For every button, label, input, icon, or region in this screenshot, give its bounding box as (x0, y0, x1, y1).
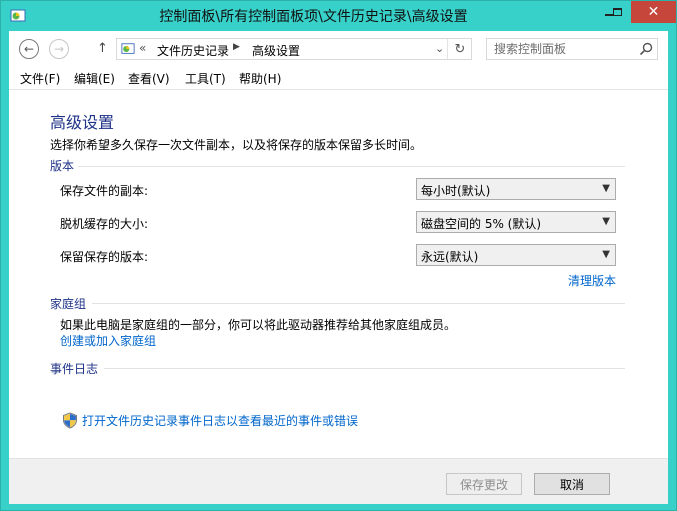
menu-bar: 文件(F) 编辑(E) 查看(V) 工具(T) 帮助(H) (9, 67, 668, 90)
back-arrow-icon: ← (23, 42, 35, 56)
save-changes-button[interactable]: 保存更改 (446, 473, 522, 495)
window-title: 控制面板\所有控制面板项\文件历史记录\高级设置 (159, 9, 468, 25)
main-content: 高级设置 选择你希望多久保存一次文件副本，以及将保存的版本保留多长时间。 版本 … (9, 90, 668, 458)
save-copies-value: 每小时(默认) (421, 184, 491, 198)
client-area: ← → ↑ « 文件历史记录 ▶ 高级设置 ⌄ ↻ 搜索控制面板 文件(F) 编… (9, 31, 668, 504)
versions-heading: 版本 (50, 159, 75, 173)
chevron-down-icon: ▼ (602, 216, 610, 227)
chevron-down-icon: ▼ (602, 183, 610, 194)
menu-tools[interactable]: 工具(T) (185, 70, 226, 87)
shield-icon (63, 412, 77, 429)
keep-versions-label: 保留保存的版本: (60, 250, 149, 264)
keep-versions-dropdown[interactable]: 永远(默认) ▼ (416, 244, 616, 266)
page-description: 选择你希望多久保存一次文件副本，以及将保存的版本保留多长时间。 (50, 138, 423, 152)
up-button[interactable]: ↑ (97, 41, 108, 56)
search-input[interactable] (494, 41, 629, 57)
save-copies-label: 保存文件的副本: (60, 184, 149, 198)
search-icon[interactable] (639, 42, 653, 56)
maximize-icon (613, 8, 622, 16)
offline-cache-dropdown[interactable]: 磁盘空间的 5% (默认) ▼ (416, 211, 616, 233)
breadcrumb-advanced-settings[interactable]: 高级设置 (252, 42, 300, 59)
chevron-down-icon: ▼ (602, 249, 610, 260)
keep-versions-value: 永远(默认) (421, 250, 479, 264)
page-title: 高级设置 (50, 113, 115, 132)
forward-arrow-icon: → (53, 42, 65, 56)
breadcrumb-overflow[interactable]: « (139, 41, 146, 55)
cleanup-versions-link[interactable]: 清理版本 (568, 272, 616, 289)
title-bar[interactable]: 控制面板\所有控制面板项\文件历史记录\高级设置 ✕ (1, 1, 676, 31)
cancel-button[interactable]: 取消 (534, 473, 610, 495)
open-event-log-link[interactable]: 打开文件历史记录事件日志以查看最近的事件或错误 (82, 412, 358, 429)
menu-file[interactable]: 文件(F) (20, 70, 60, 87)
refresh-icon: ↻ (454, 41, 466, 57)
eventlog-heading: 事件日志 (50, 362, 99, 376)
forward-button[interactable]: → (49, 39, 69, 59)
menu-help[interactable]: 帮助(H) (239, 70, 281, 87)
create-join-homegroup-link[interactable]: 创建或加入家庭组 (60, 332, 156, 349)
offline-cache-value: 磁盘空间的 5% (默认) (421, 217, 542, 231)
versions-divider (78, 166, 625, 167)
homegroup-heading: 家庭组 (50, 297, 87, 311)
refresh-button[interactable]: ↻ (447, 39, 472, 59)
save-copies-dropdown[interactable]: 每小时(默认) ▼ (416, 178, 616, 200)
back-button[interactable]: ← (19, 39, 39, 59)
menu-view[interactable]: 查看(V) (128, 70, 170, 87)
breadcrumb-file-history[interactable]: 文件历史记录 (157, 42, 229, 59)
control-panel-icon (121, 43, 135, 54)
up-arrow-icon: ↑ (97, 41, 108, 56)
homegroup-divider (92, 303, 625, 304)
maximize-button[interactable] (604, 1, 631, 23)
eventlog-divider (104, 368, 625, 369)
window: 控制面板\所有控制面板项\文件历史记录\高级设置 ✕ ← → ↑ « 文件历史记… (0, 0, 677, 511)
menu-edit[interactable]: 编辑(E) (74, 70, 115, 87)
address-dropdown-icon[interactable]: ⌄ (435, 42, 444, 55)
close-icon: ✕ (647, 4, 660, 20)
close-button[interactable]: ✕ (631, 1, 676, 23)
homegroup-description: 如果此电脑是家庭组的一部分，你可以将此驱动器推荐给其他家庭组成员。 (60, 318, 457, 332)
offline-cache-label: 脱机缓存的大小: (60, 217, 149, 231)
navigation-bar: ← → ↑ « 文件历史记录 ▶ 高级设置 ⌄ ↻ (9, 31, 668, 67)
control-panel-icon (10, 9, 26, 22)
address-bar[interactable]: « 文件历史记录 ▶ 高级设置 ⌄ ↻ (116, 38, 472, 60)
breadcrumb-separator-icon[interactable]: ▶ (233, 42, 240, 52)
footer-bar: 保存更改 取消 (9, 458, 668, 504)
search-box[interactable] (486, 38, 658, 60)
